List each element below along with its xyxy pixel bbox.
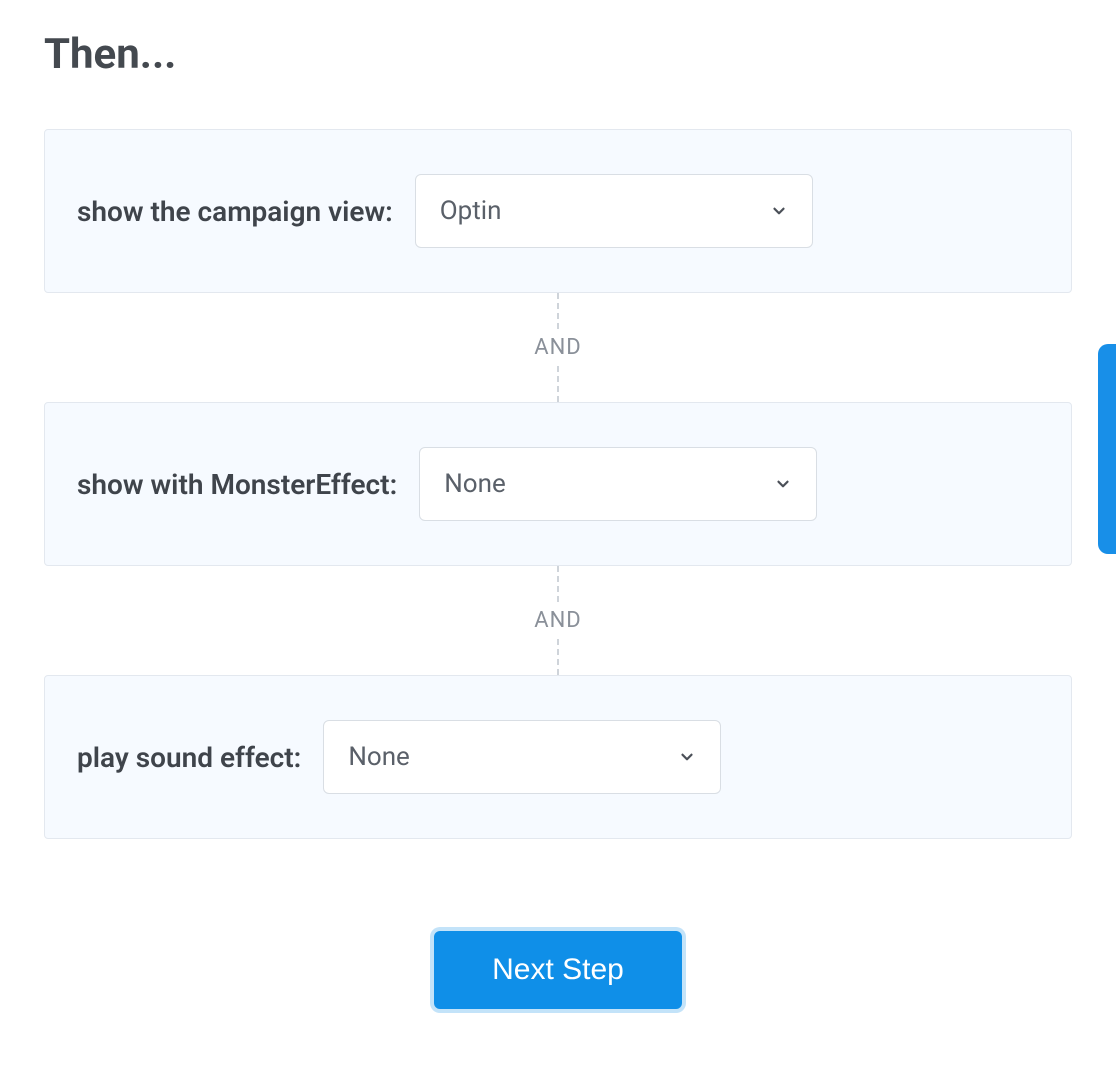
- monster-effect-select[interactable]: None: [419, 447, 817, 521]
- select-value: None: [348, 742, 410, 772]
- connector-line: [557, 366, 559, 402]
- sound-effect-select[interactable]: None: [323, 720, 721, 794]
- select-value: Optin: [440, 196, 502, 226]
- action-row-campaign-view: show the campaign view: Optin: [44, 129, 1072, 293]
- connector-line: [557, 639, 559, 675]
- connector: AND: [44, 566, 1072, 675]
- side-tab[interactable]: [1098, 344, 1116, 554]
- chevron-down-icon: [770, 202, 788, 220]
- campaign-view-select[interactable]: Optin: [415, 174, 813, 248]
- action-label: show the campaign view:: [77, 195, 393, 228]
- connector-line: [557, 566, 559, 602]
- action-row-monster-effect: show with MonsterEffect: None: [44, 402, 1072, 566]
- connector: AND: [44, 293, 1072, 402]
- action-row-sound-effect: play sound effect: None: [44, 675, 1072, 839]
- connector-label: AND: [534, 329, 581, 366]
- select-value: None: [444, 469, 506, 499]
- chevron-down-icon: [774, 475, 792, 493]
- section-heading: Then...: [44, 30, 1072, 79]
- action-label: play sound effect:: [77, 741, 301, 774]
- next-step-button[interactable]: Next Step: [434, 931, 682, 1009]
- chevron-down-icon: [678, 748, 696, 766]
- connector-label: AND: [534, 602, 581, 639]
- connector-line: [557, 293, 559, 329]
- action-label: show with MonsterEffect:: [77, 468, 397, 501]
